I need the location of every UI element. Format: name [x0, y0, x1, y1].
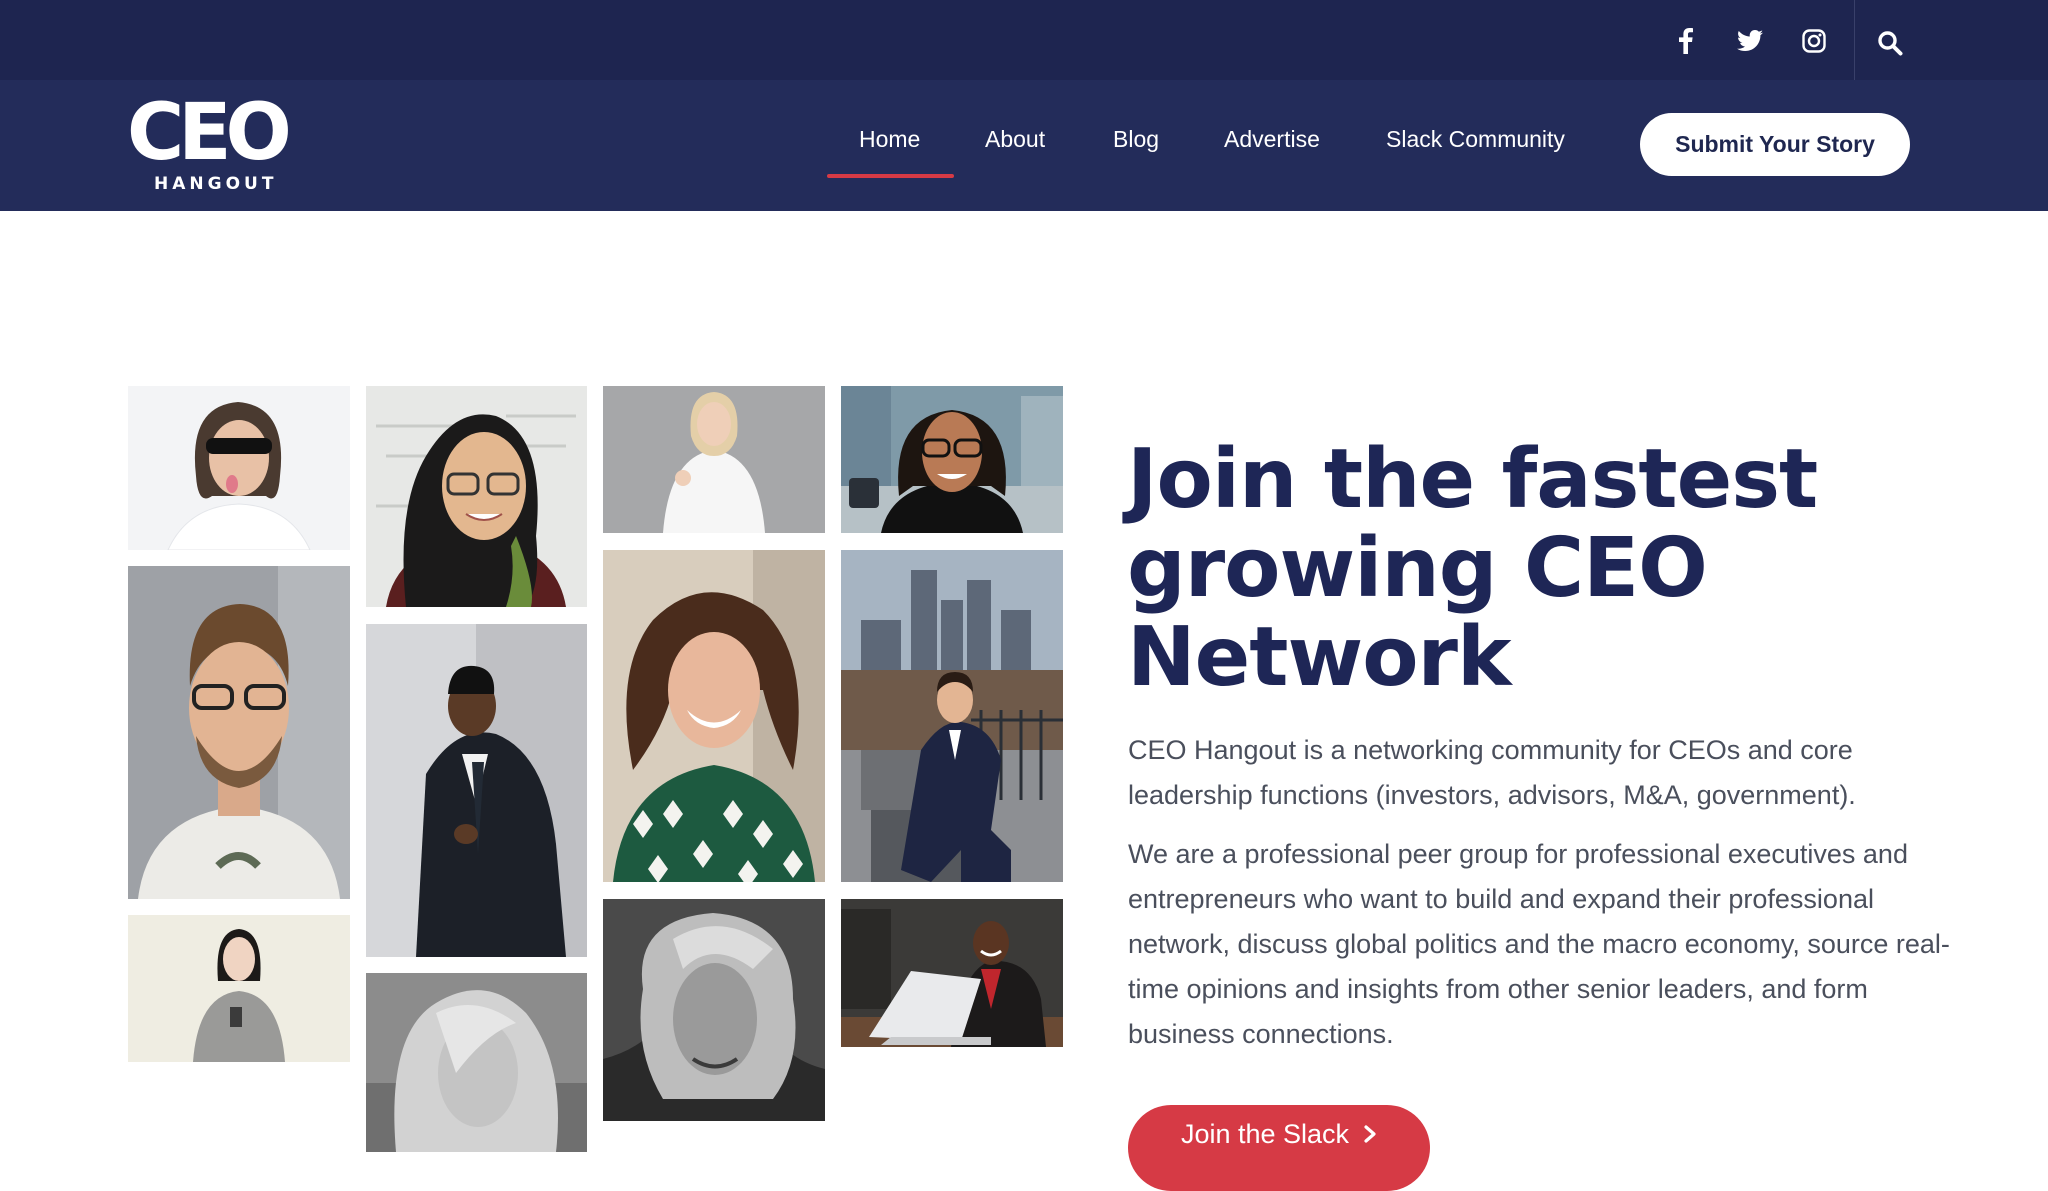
logo-wordmark: CEO: [127, 88, 292, 178]
nav-blog[interactable]: Blog: [1113, 124, 1159, 154]
member-photo: [603, 899, 825, 1121]
search-icon[interactable]: [1870, 26, 1910, 60]
member-photo: [841, 386, 1063, 533]
nav-advertise[interactable]: Advertise: [1224, 124, 1320, 154]
submit-story-button[interactable]: Submit Your Story: [1640, 113, 1910, 176]
member-photo: [603, 550, 825, 882]
top-bar: [0, 0, 2048, 80]
nav-about[interactable]: About: [985, 124, 1045, 154]
join-slack-label: Join the Slack: [1180, 1118, 1350, 1149]
member-photo: [366, 624, 587, 957]
topbar-divider: [1854, 0, 1855, 80]
hero-intro-paragraph: CEO Hangout is a networking community fo…: [1128, 735, 1856, 810]
logo-subtitle: HANGOUT: [154, 174, 278, 194]
main-navbar: CEO HANGOUT Home About Blog Advertise Sl…: [0, 80, 2048, 211]
hero-title-line: Network: [1127, 610, 1512, 705]
facebook-icon[interactable]: [1669, 24, 1703, 58]
member-photo: [841, 550, 1063, 882]
hero-title-line: Join the fastest: [1127, 432, 1818, 527]
twitter-icon[interactable]: [1733, 24, 1767, 58]
nav-active-indicator: [827, 174, 954, 178]
join-slack-button[interactable]: Join the Slack: [1128, 1105, 1430, 1191]
hero-title-line: growing CEO: [1127, 521, 1708, 616]
hero-title: Join the fastest growing CEO Network: [1127, 435, 1947, 702]
hero-description-paragraph: We are a professional peer group for pro…: [1128, 839, 1950, 1049]
member-photo: [841, 899, 1063, 1047]
nav-slack-community[interactable]: Slack Community: [1386, 124, 1565, 154]
member-photo: [128, 915, 350, 1062]
nav-home[interactable]: Home: [859, 124, 920, 154]
member-photo: [603, 386, 825, 533]
member-photo: [128, 566, 350, 899]
instagram-icon[interactable]: [1797, 24, 1831, 58]
ceo-hangout-logo[interactable]: CEO HANGOUT: [127, 88, 292, 194]
member-photo: [128, 386, 350, 550]
member-photo: [366, 973, 587, 1152]
member-photo: [366, 386, 587, 607]
chevron-right-icon: [1363, 1119, 1377, 1150]
